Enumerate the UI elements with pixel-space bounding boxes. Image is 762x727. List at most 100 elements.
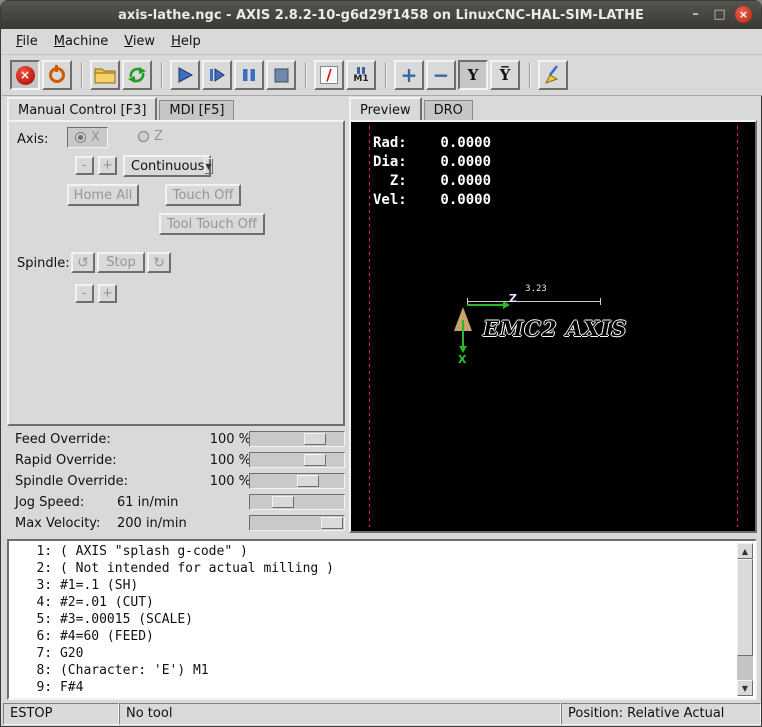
gcode-line-2[interactable]: 2: ( Not intended for actual milling ) [13,560,733,577]
zoom-in-icon: + [401,65,418,85]
toolbar-separator [81,62,83,88]
optional-pause-toggle[interactable]: M1 [346,60,376,90]
toolbar-separator [161,62,163,88]
jog-mode-select[interactable]: Continuous ▼ [123,155,211,177]
rapid-override-slider-value: 100 % [115,453,251,468]
menu-view[interactable]: View [116,30,163,53]
gcode-scrollbar[interactable]: ▲ ▼ [737,543,753,696]
rapid-override-slider-thumb[interactable] [304,454,326,466]
preview-canvas[interactable]: Rad: 0.0000Dia: 0.0000 Z: 0.0000Vel: 0.0… [351,122,755,531]
stop-button[interactable] [266,60,296,90]
spindle-stop-button[interactable]: Stop [97,252,145,273]
machine-power-button[interactable] [42,60,72,90]
right-tabbar: Preview DRO [349,97,475,121]
spindle-override-slider[interactable] [249,473,345,489]
radio-indicator-z [138,131,149,142]
gcode-line-7[interactable]: 7: G20 [13,645,733,662]
scrollbar-thumb[interactable] [737,559,753,656]
menu-machine[interactable]: Machine [46,30,116,53]
feed-override-slider[interactable] [249,431,345,447]
jog-plus-button[interactable]: + [98,156,117,175]
view-y2-button[interactable]: Y̅ [490,60,520,90]
spindle-forward-icon: ↻ [153,255,165,271]
menu-file[interactable]: File [8,30,46,53]
spindle-reverse-button[interactable]: ↺ [71,252,95,273]
max-velocity-slider-value: 200 in/min [117,516,187,531]
reload-file-button[interactable] [122,60,152,90]
optional-pause-icon: M1 [353,67,368,84]
toolbar-separator [305,62,307,88]
spindle-label: Spindle: [17,256,70,271]
spindle-minus-button[interactable]: - [75,284,94,303]
reload-icon [127,65,147,85]
tool-touch-off-button[interactable]: Tool Touch Off [159,213,265,235]
jog-speed-slider[interactable] [249,494,345,510]
estop-button[interactable]: × [10,60,40,90]
rapid-override-slider-label: Rapid Override: [15,453,117,468]
spindle-override-slider-value: 100 % [115,474,251,489]
zoom-in-button[interactable]: + [394,60,424,90]
gcode-line-8[interactable]: 8: (Character: 'E') M1 [13,662,733,679]
dro-line: Vel: 0.0000 [373,191,491,210]
window-title: axis-lathe.ngc - AXIS 2.8.2-10-g6d29f145… [118,8,644,23]
max-velocity-slider-row: Max Velocity: 200 in/min [7,513,347,534]
axis-radio-x[interactable]: X [67,127,108,148]
dro-line: Rad: 0.0000 [373,134,491,153]
spindle-override-slider-thumb[interactable] [297,475,319,487]
gcode-line-3[interactable]: 3: #1=.1 (SH) [13,577,733,594]
touch-off-button[interactable]: Touch Off [165,184,241,206]
axis-radio-z[interactable]: Z [131,127,170,146]
jog-speed-slider-thumb[interactable] [272,496,294,508]
feed-override-slider-thumb[interactable] [304,433,326,445]
dropdown-arrow-icon: ▼ [204,158,212,174]
tab-manual-control[interactable]: Manual Control [F3] [7,97,157,121]
titlebar[interactable]: axis-lathe.ngc - AXIS 2.8.2-10-g6d29f145… [1,1,761,29]
toolbar-separator [385,62,387,88]
scroll-down-icon[interactable]: ▼ [737,680,753,696]
tab-dro[interactable]: DRO [424,100,473,121]
axis-label: Axis: [17,132,48,147]
step-button[interactable] [202,60,232,90]
window-controls: – □ × [687,6,752,23]
rapid-override-slider[interactable] [249,452,345,468]
zoom-out-button[interactable]: − [426,60,456,90]
max-velocity-slider-label: Max Velocity: [15,516,100,531]
tab-mdi[interactable]: MDI [F5] [159,100,234,121]
x-axis-arrow [459,346,467,353]
skip-lines-toggle[interactable]: / [314,60,344,90]
z-axis-line [467,304,505,306]
spindle-plus-button[interactable]: + [98,284,117,303]
max-velocity-slider[interactable] [249,515,345,531]
slider-rows: Feed Override:100 %Rapid Override:100 %S… [7,429,347,534]
clear-plot-button[interactable] [538,60,568,90]
gcode-line-9[interactable]: 9: F#4 [13,679,733,696]
z-axis-label: Z [509,292,517,305]
minimize-button[interactable]: – [687,6,704,23]
home-all-button[interactable]: Home All [67,184,139,206]
tab-preview[interactable]: Preview [349,97,422,121]
gcode-line-5[interactable]: 5: #3=.00015 (SCALE) [13,611,733,628]
pause-button[interactable] [234,60,264,90]
view-y-button[interactable]: Y [458,60,488,90]
status-estop: ESTOP [3,703,119,725]
maximize-button[interactable]: □ [711,6,728,23]
open-file-button[interactable] [90,60,120,90]
max-velocity-slider-thumb[interactable] [321,517,343,529]
axis-window: axis-lathe.ngc - AXIS 2.8.2-10-g6d29f145… [0,0,762,727]
spindle-forward-button[interactable]: ↻ [147,252,171,273]
scroll-up-icon[interactable]: ▲ [737,543,753,559]
dro-line: Dia: 0.0000 [373,153,491,172]
view-y2-icon: Y̅ [500,66,511,84]
gcode-line-1[interactable]: 1: ( AXIS "splash g-code" ) [13,543,733,560]
step-icon [208,66,226,84]
estop-icon: × [16,66,35,85]
run-button[interactable] [170,60,200,90]
menu-help[interactable]: Help [163,30,209,53]
gcode-line-4[interactable]: 4: #2=.01 (CUT) [13,594,733,611]
stop-icon [274,68,289,83]
gcode-line-6[interactable]: 6: #4=60 (FEED) [13,628,733,645]
x-axis-line [462,320,464,348]
dro-readout: Rad: 0.0000Dia: 0.0000 Z: 0.0000Vel: 0.0… [373,134,491,210]
close-button[interactable]: × [735,6,752,23]
jog-minus-button[interactable]: - [75,156,94,175]
